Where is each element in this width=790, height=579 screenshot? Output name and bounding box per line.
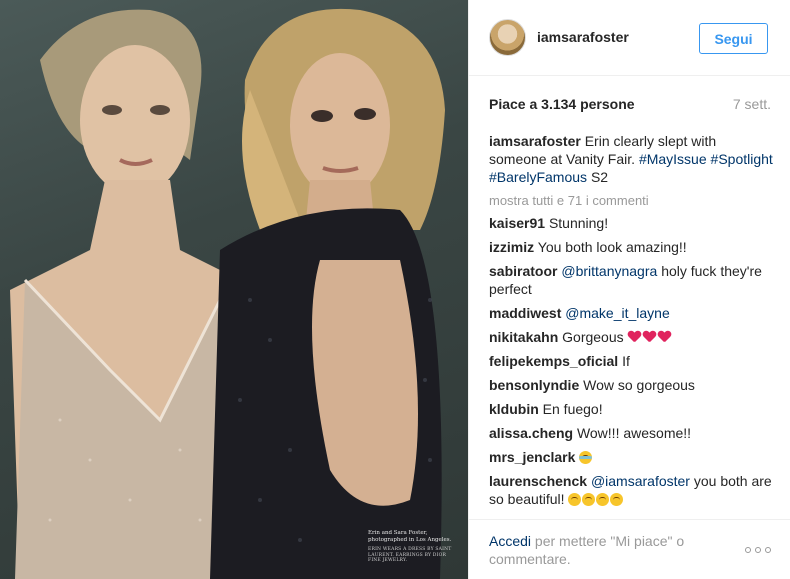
post-timestamp[interactable]: 7 sett. <box>733 96 771 112</box>
hashtag-link[interactable]: #MayIssue <box>639 151 707 167</box>
hashtag-link[interactable]: #Spotlight <box>711 151 773 167</box>
login-prompt: Accedi per mettere "Mi piace" o commenta… <box>489 532 729 568</box>
photo-credit-line1: Erin and Sara Foster, photographed in Lo… <box>368 530 452 543</box>
comment-item: kldubin En fuego! <box>489 400 774 418</box>
photo-credit: Erin and Sara Foster, photographed in Lo… <box>368 530 460 564</box>
comment-item: kaiser91 Stunning! <box>489 214 774 232</box>
photo-credit-line2: ERIN WEARS A DRESS BY SAINT LAURENT. EAR… <box>368 547 452 563</box>
comment-username[interactable]: maddiwest <box>489 305 561 321</box>
heart-eyes-emoji-icon <box>568 491 624 507</box>
comment-item: izzimiz You both look amazing!! <box>489 238 774 256</box>
caption-username[interactable]: iamsarafoster <box>489 133 581 149</box>
post-footer: Accedi per mettere "Mi piace" o commenta… <box>469 519 790 579</box>
post-caption: iamsarafoster Erin clearly slept with so… <box>489 132 774 186</box>
comments-section: iamsarafoster Erin clearly slept with so… <box>489 132 774 508</box>
tears-of-joy-emoji-icon <box>579 451 593 464</box>
post-stats: Piace a 3.134 persone 7 sett. <box>489 96 771 114</box>
hashtag-link[interactable]: #BarelyFamous <box>489 169 587 185</box>
comment-item: maddiwest @make_it_layne <box>489 304 774 322</box>
follow-button[interactable]: Segui <box>699 23 768 54</box>
comment-username[interactable]: kldubin <box>489 401 539 417</box>
mention-link[interactable]: @brittanynagra <box>561 263 657 279</box>
comment-text: You both look amazing!! <box>537 239 687 255</box>
avatar[interactable] <box>489 19 526 56</box>
post-photo[interactable]: Erin and Sara Foster, photographed in Lo… <box>0 0 468 579</box>
post-header: iamsarafoster Segui <box>469 0 790 76</box>
post-details-panel: iamsarafoster Segui Piace a 3.134 person… <box>468 0 790 579</box>
mention-link[interactable]: @make_it_layne <box>565 305 670 321</box>
comment-username[interactable]: kaiser91 <box>489 215 545 231</box>
comment-username[interactable]: izzimiz <box>489 239 534 255</box>
comment-username[interactable]: laurenschenck <box>489 473 587 489</box>
more-options-icon[interactable] <box>745 547 771 555</box>
comment-text: Wow!!! awesome!! <box>576 425 692 441</box>
comment-text: Gorgeous <box>562 329 624 345</box>
caption-suffix: S2 <box>590 169 609 185</box>
comment-item: alissa.cheng Wow!!! awesome!! <box>489 424 774 442</box>
comment-item: nikitakahn Gorgeous <box>489 328 774 346</box>
comment-username[interactable]: sabiratoor <box>489 263 557 279</box>
likes-count[interactable]: Piace a 3.134 persone <box>489 96 635 112</box>
comment-text: If <box>622 353 630 369</box>
comment-item: laurenschenck @iamsarafoster you both ar… <box>489 472 774 508</box>
show-all-comments-link[interactable]: mostra tutti e 71 i commenti <box>489 193 774 208</box>
comment-item: mrs_jenclark <box>489 448 774 466</box>
comment-item: sabiratoor @brittanynagra holy fuck they… <box>489 262 774 298</box>
comment-text: Stunning! <box>548 215 609 231</box>
comment-text: En fuego! <box>542 401 603 417</box>
comment-item: felipekemps_oficial If <box>489 352 774 370</box>
comment-item: bensonlyndie Wow so gorgeous <box>489 376 774 394</box>
comment-username[interactable]: bensonlyndie <box>489 377 579 393</box>
comment-username[interactable]: mrs_jenclark <box>489 449 575 465</box>
comment-username[interactable]: alissa.cheng <box>489 425 573 441</box>
mention-link[interactable]: @iamsarafoster <box>591 473 690 489</box>
comment-username[interactable]: nikitakahn <box>489 329 558 345</box>
photo-illustration <box>10 8 445 579</box>
comment-text: Wow so gorgeous <box>583 377 695 393</box>
login-link[interactable]: Accedi <box>489 533 531 549</box>
comment-username[interactable]: felipekemps_oficial <box>489 353 618 369</box>
heart-emoji-icon <box>628 329 673 345</box>
username-link[interactable]: iamsarafoster <box>537 29 629 45</box>
